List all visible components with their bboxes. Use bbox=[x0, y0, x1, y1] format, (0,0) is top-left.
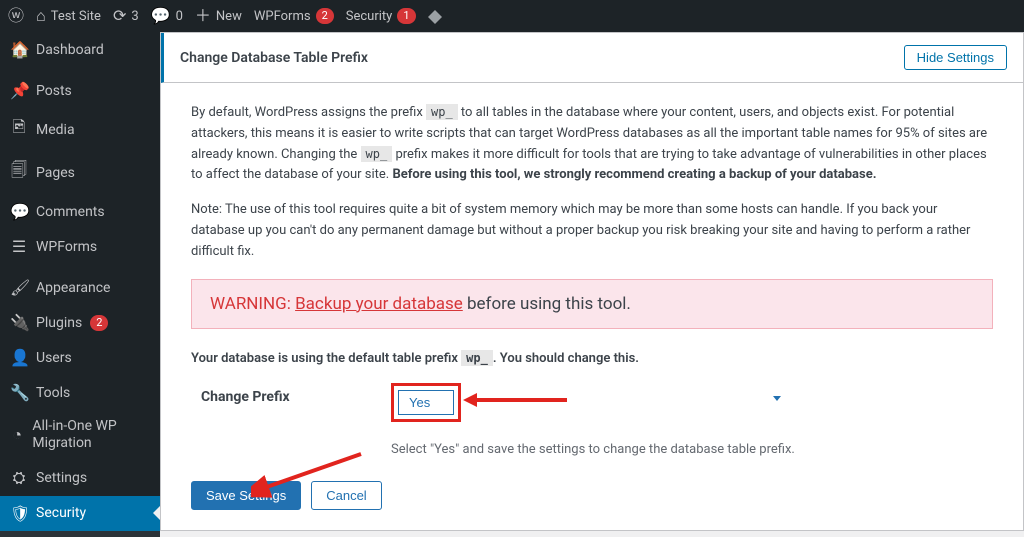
backup-link[interactable]: Backup your database bbox=[295, 294, 463, 314]
comment-icon: 💬 bbox=[151, 8, 171, 24]
wpforms-icon: ☰ bbox=[10, 237, 28, 256]
change-prefix-label: Change Prefix bbox=[191, 383, 351, 405]
updates-icon: ⟳ bbox=[113, 8, 126, 24]
comments-link[interactable]: 💬0 bbox=[151, 8, 183, 24]
status-line: Your database is using the default table… bbox=[191, 349, 993, 370]
description-paragraph-2: Note: The use of this tool requires quit… bbox=[191, 200, 993, 262]
code-prefix: wp_ bbox=[361, 146, 393, 162]
sidebar-label: All-in-One WP Migration bbox=[32, 418, 150, 452]
sidebar-item-comments[interactable]: 💬 Comments bbox=[0, 194, 160, 229]
comments-count: 0 bbox=[176, 9, 183, 24]
wpforms-ab-label: WPForms bbox=[254, 9, 311, 24]
postbox-header: Change Database Table Prefix Hide Settin… bbox=[161, 33, 1023, 83]
code-prefix: wp_ bbox=[426, 104, 458, 120]
appearance-icon: 🖌 bbox=[10, 278, 28, 297]
postbox: Change Database Table Prefix Hide Settin… bbox=[160, 32, 1024, 531]
settings-icon: ⛭ bbox=[10, 468, 28, 488]
shield-icon: 🛡 bbox=[10, 504, 28, 523]
actions-row: Save Settings Cancel bbox=[191, 481, 993, 510]
sidebar-label: Dashboard bbox=[36, 42, 104, 58]
warning-box: WARNING: Backup your database before usi… bbox=[191, 279, 993, 329]
security-ab-label: Security bbox=[346, 9, 393, 24]
sidebar-item-wpforms[interactable]: ☰ WPForms bbox=[0, 229, 160, 264]
sidebar-label: Tools bbox=[36, 385, 70, 401]
postbox-title: Change Database Table Prefix bbox=[180, 50, 368, 66]
sidebar-label: Settings bbox=[36, 470, 87, 486]
sidebar-item-plugins[interactable]: 🔌 Plugins 2 bbox=[0, 305, 160, 340]
description-paragraph-1: By default, WordPress assigns the prefix… bbox=[191, 103, 993, 186]
helper-text: Select "Yes" and save the settings to ch… bbox=[391, 442, 795, 457]
new-label: New bbox=[216, 9, 242, 24]
sidebar-label: Pages bbox=[36, 165, 75, 181]
sidebar-item-settings[interactable]: ⛭ Settings bbox=[0, 460, 160, 496]
sidebar-label: WPForms bbox=[36, 239, 97, 255]
cancel-button[interactable]: Cancel bbox=[311, 481, 381, 510]
sidebar-item-security[interactable]: 🛡 Security bbox=[0, 496, 160, 531]
change-prefix-select[interactable]: Yes bbox=[398, 390, 454, 415]
chevron-down-icon bbox=[773, 396, 781, 401]
change-prefix-row: Change Prefix Yes bbox=[191, 383, 993, 457]
media-icon: 🖻 bbox=[10, 116, 28, 143]
wp-logo[interactable]: ⓦ bbox=[8, 8, 24, 24]
save-settings-button[interactable]: Save Settings bbox=[191, 481, 301, 510]
sidebar-label: Media bbox=[36, 122, 75, 138]
dashboard-icon: 🏠 bbox=[10, 40, 28, 59]
sidebar-item-dashboard[interactable]: 🏠 Dashboard bbox=[0, 32, 160, 67]
sidebar-item-pages[interactable]: 🗐 Pages bbox=[0, 151, 160, 194]
postbox-body: By default, WordPress assigns the prefix… bbox=[161, 83, 1023, 530]
diamond-icon bbox=[428, 3, 442, 17]
tools-icon: 🔧 bbox=[10, 383, 28, 402]
migration-icon: ◔ bbox=[10, 425, 24, 445]
sidebar-item-migration[interactable]: ◔ All-in-One WP Migration bbox=[0, 410, 160, 460]
posts-icon: 📌 bbox=[10, 81, 28, 100]
main-content: Change Database Table Prefix Hide Settin… bbox=[160, 32, 1024, 537]
submenu-settings[interactable]: Settings bbox=[0, 531, 160, 537]
site-name: Test Site bbox=[51, 9, 101, 24]
wpforms-badge: 2 bbox=[316, 8, 334, 24]
hide-settings-button[interactable]: Hide Settings bbox=[904, 45, 1007, 70]
sidebar-label: Security bbox=[36, 505, 86, 521]
sidebar-item-users[interactable]: 👤 Users bbox=[0, 340, 160, 375]
sidebar-item-posts[interactable]: 📌 Posts bbox=[0, 73, 160, 108]
updates-link[interactable]: ⟳3 bbox=[113, 8, 139, 24]
admin-bar: ⓦ ⌂Test Site ⟳3 💬0 ＋New WPForms 2 Securi… bbox=[0, 0, 1024, 32]
warning-suffix: before using this tool. bbox=[463, 294, 631, 314]
diamond-menu[interactable] bbox=[428, 9, 442, 23]
sidebar-item-media[interactable]: 🖻 Media bbox=[0, 108, 160, 151]
new-content-link[interactable]: ＋ New bbox=[195, 8, 242, 24]
admin-sidebar: 🏠 Dashboard 📌 Posts 🖻 Media 🗐 Pages 💬 Comment… bbox=[0, 32, 160, 537]
wpforms-link[interactable]: WPForms 2 bbox=[254, 8, 334, 24]
comments-icon: 💬 bbox=[10, 202, 28, 221]
security-link[interactable]: Security 1 bbox=[346, 8, 416, 24]
annotation-red-border: Yes bbox=[391, 383, 461, 422]
wordpress-icon: ⓦ bbox=[8, 8, 24, 24]
sidebar-label: Users bbox=[36, 350, 72, 366]
home-icon: ⌂ bbox=[36, 8, 46, 24]
updates-count: 3 bbox=[131, 9, 138, 24]
annotation-arrow bbox=[477, 398, 567, 402]
users-icon: 👤 bbox=[10, 348, 28, 367]
sidebar-label: Comments bbox=[36, 204, 105, 220]
code-prefix: wp_ bbox=[461, 350, 493, 366]
sidebar-label: Posts bbox=[36, 83, 72, 99]
sidebar-item-appearance[interactable]: 🖌 Appearance bbox=[0, 270, 160, 305]
plugins-icon: 🔌 bbox=[10, 313, 28, 332]
site-link[interactable]: ⌂ Test Site bbox=[36, 8, 101, 24]
sidebar-label: Plugins bbox=[36, 315, 82, 331]
warning-prefix: WARNING: bbox=[210, 294, 295, 314]
sidebar-label: Appearance bbox=[36, 280, 110, 296]
select-highlight-wrap: Yes bbox=[391, 383, 795, 422]
sidebar-item-tools[interactable]: 🔧 Tools bbox=[0, 375, 160, 410]
pages-icon: 🗐 bbox=[10, 159, 28, 186]
plugins-badge: 2 bbox=[90, 315, 108, 331]
security-badge: 1 bbox=[397, 8, 415, 24]
plus-icon: ＋ bbox=[195, 8, 211, 24]
